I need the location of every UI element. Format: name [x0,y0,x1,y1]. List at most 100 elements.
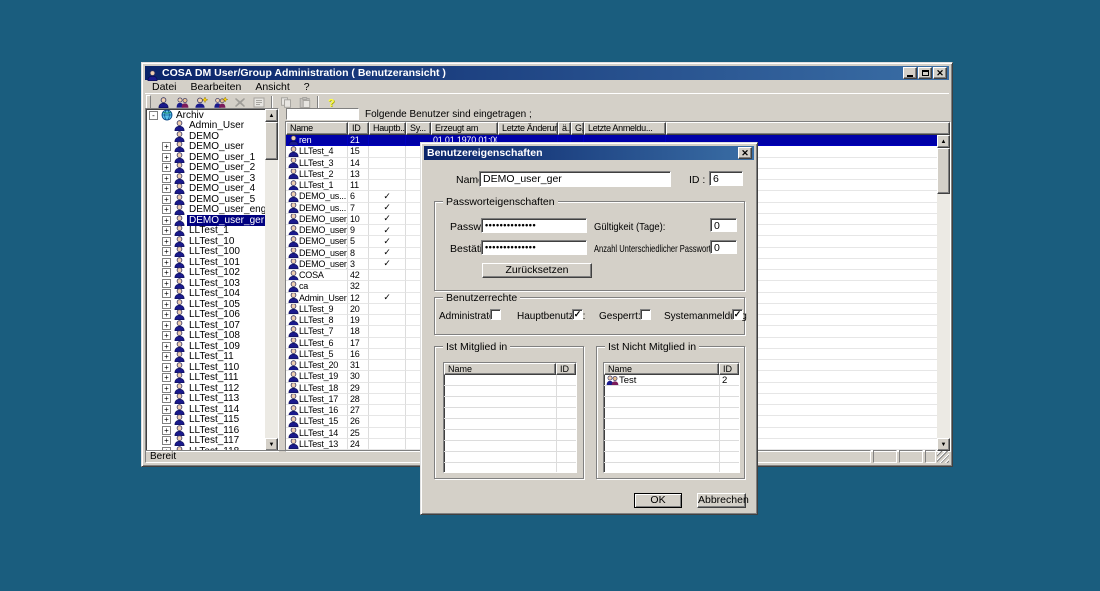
expand-icon[interactable]: + [162,310,171,319]
scroll-up-icon[interactable]: ▲ [265,109,278,122]
expand-icon[interactable]: + [162,247,171,256]
name-input[interactable]: DEMO_user_ger [479,171,671,187]
dialog-titlebar[interactable]: Benutzereigenschaften ✕ [424,146,754,160]
expand-icon[interactable]: + [162,184,171,193]
tree-item[interactable]: Admin_User [146,121,265,132]
tree-item[interactable]: +LLTest_114 [146,404,265,415]
maximize-button[interactable] [918,67,932,79]
expand-icon[interactable]: + [162,321,171,330]
tree-item[interactable]: +DEMO_user [146,142,265,153]
tree-item[interactable]: DEMO [146,131,265,142]
expand-icon[interactable]: + [162,352,171,361]
right-checkbox[interactable]: ✓ [732,309,743,320]
tree-item[interactable]: +LLTest_100 [146,247,265,258]
tree-item[interactable]: +LLTest_111 [146,373,265,384]
list-scroll-thumb[interactable] [937,148,950,194]
expand-icon[interactable]: + [162,163,171,172]
resize-grip[interactable] [937,451,949,463]
expand-icon[interactable]: + [162,384,171,393]
tree-item[interactable]: +DEMO_user_ger [146,215,265,226]
column-header[interactable]: Erzeugt am [431,122,498,135]
expand-icon[interactable]: + [162,363,171,372]
tree-item[interactable]: +LLTest_117 [146,436,265,447]
collapse-icon[interactable]: - [149,111,158,120]
tree-scroll-track[interactable] [265,122,278,438]
expand-icon[interactable]: + [162,279,171,288]
member-list[interactable]: NameID [443,362,577,473]
menu-help[interactable]: ? [297,81,317,93]
password-input[interactable]: •••••••••••••• [481,218,587,233]
tree-item[interactable]: +LLTest_108 [146,331,265,342]
column-header[interactable]: Name [604,363,719,375]
tree-item[interactable]: +LLTest_103 [146,278,265,289]
column-header[interactable]: Name [286,122,348,135]
column-header[interactable]: G.. [571,122,584,135]
filter-box[interactable] [286,108,359,120]
main-titlebar[interactable]: COSA DM User/Group Administration ( Benu… [145,66,949,80]
expand-icon[interactable]: + [162,394,171,403]
expand-icon[interactable]: + [162,153,171,162]
column-header[interactable]: Hauptb... [369,122,406,135]
close-button[interactable]: ✕ [933,67,947,79]
tree-item[interactable]: +LLTest_110 [146,362,265,373]
tree-item[interactable]: +LLTest_106 [146,310,265,321]
expand-icon[interactable]: + [162,331,171,340]
expand-icon[interactable]: + [162,342,171,351]
right-checkbox[interactable] [490,309,501,320]
column-header[interactable]: ID [556,363,576,375]
dialog-close-button[interactable]: ✕ [738,147,752,159]
tree-item[interactable]: +LLTest_102 [146,268,265,279]
expand-icon[interactable]: + [162,237,171,246]
column-header[interactable]: ID [719,363,739,375]
tree-item[interactable]: +LLTest_109 [146,341,265,352]
menu-ansicht[interactable]: Ansicht [248,81,296,93]
column-header[interactable]: ID [348,122,369,135]
tree-item[interactable]: +LLTest_113 [146,394,265,405]
tree-item[interactable]: +LLTest_105 [146,299,265,310]
list-scroll-track[interactable] [937,148,950,438]
not-member-list[interactable]: NameIDTest2 [603,362,740,473]
expand-icon[interactable]: + [162,195,171,204]
tree-item[interactable]: +LLTest_107 [146,320,265,331]
menu-bearbeiten[interactable]: Bearbeiten [184,81,249,93]
tree-item[interactable]: +DEMO_user_4 [146,184,265,195]
expand-icon[interactable]: + [162,205,171,214]
expand-icon[interactable]: + [162,216,171,225]
tree-scrollbar[interactable]: ▲ ▼ [265,109,278,451]
column-header[interactable]: Letzte Änderung [498,122,558,135]
validity-input[interactable]: 0 [710,218,737,232]
expand-icon[interactable]: + [162,174,171,183]
tree-item[interactable]: +DEMO_user_5 [146,194,265,205]
column-header[interactable]: ä.. [558,122,571,135]
tree-item[interactable]: +DEMO_user_2 [146,163,265,174]
list-scrollbar[interactable]: ▲ ▼ [937,135,950,451]
tree-item[interactable]: +LLTest_104 [146,289,265,300]
group-row[interactable]: Test2 [604,375,739,386]
tree-item[interactable]: +DEMO_user_eng [146,205,265,216]
id-input[interactable]: 6 [709,171,743,186]
expand-icon[interactable]: + [162,405,171,414]
cancel-button[interactable]: Abbrechen [697,493,746,508]
tree-item[interactable]: +LLTest_101 [146,257,265,268]
column-header[interactable]: Letzte Anmeldu... [584,122,666,135]
expand-icon[interactable]: + [162,415,171,424]
expand-icon[interactable]: + [162,258,171,267]
tree-item[interactable]: +LLTest_112 [146,383,265,394]
expand-icon[interactable]: + [162,289,171,298]
tree-item[interactable]: +LLTest_10 [146,236,265,247]
expand-icon[interactable]: + [162,426,171,435]
tree-item[interactable]: +DEMO_user_3 [146,173,265,184]
minimize-button[interactable] [903,67,917,79]
menu-datei[interactable]: Datei [145,81,184,93]
expand-icon[interactable]: + [162,268,171,277]
tree-item[interactable]: +DEMO_user_1 [146,152,265,163]
column-header[interactable]: Name [444,363,556,375]
expand-icon[interactable]: + [162,226,171,235]
expand-icon[interactable]: + [162,142,171,151]
tree-item[interactable]: +LLTest_115 [146,415,265,426]
expand-icon[interactable]: + [162,300,171,309]
expand-icon[interactable]: + [162,373,171,382]
column-header[interactable]: Sy... [406,122,431,135]
tree-item[interactable]: +LLTest_1 [146,226,265,237]
scroll-up-icon[interactable]: ▲ [937,135,950,148]
